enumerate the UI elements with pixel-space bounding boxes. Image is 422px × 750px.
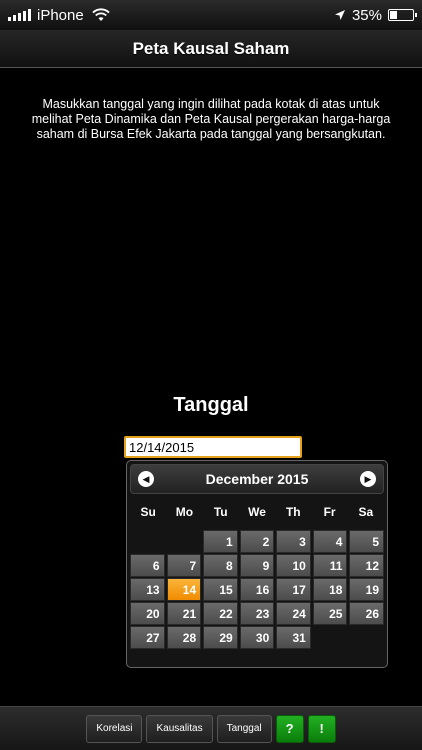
status-bar: iPhone 35% [0, 0, 422, 30]
calendar-day[interactable]: 31 [276, 626, 311, 649]
help-button[interactable]: ? [275, 714, 304, 743]
calendar-day[interactable]: 25 [312, 602, 348, 625]
weekday-label: Su [140, 505, 156, 519]
calendar-day[interactable]: 10 [276, 554, 311, 577]
tanggal-button[interactable]: Tanggal [216, 714, 272, 743]
date-label: Tanggal [173, 394, 249, 416]
weekday-label: Tu [213, 505, 228, 519]
calendar-day[interactable]: 13 [130, 578, 165, 601]
title-bar: Peta Kausal Saham [0, 30, 422, 68]
calendar-day[interactable]: 3 [276, 530, 311, 553]
signal-icon [8, 9, 31, 21]
calendar-blank-cell [167, 530, 202, 553]
footer-toolbar: Korelasi Kausalitas Tanggal ? ! [0, 706, 422, 750]
calendar-day[interactable]: 15 [203, 578, 238, 601]
calendar-day[interactable]: 5 [349, 530, 384, 553]
calendar-day[interactable]: 27 [130, 626, 165, 649]
weekday-label: We [248, 505, 266, 519]
calendar-day[interactable]: 16 [239, 578, 275, 601]
weekday-label: Fr [323, 505, 336, 519]
wifi-icon [92, 8, 110, 21]
weekday-header-row: Su Mo Tu We Th Fr Sa [130, 494, 384, 530]
calendar-day[interactable]: 12 [349, 554, 384, 577]
calendar-day[interactable]: 21 [166, 602, 202, 625]
calendar-day[interactable]: 1 [203, 530, 238, 553]
calendar-day[interactable]: 17 [276, 578, 311, 601]
calendar-day[interactable]: 2 [239, 530, 275, 553]
location-arrow-icon [334, 10, 345, 20]
calendar-day[interactable]: 30 [239, 626, 275, 649]
intro-text: Masukkan tanggal yang ingin dilihat pada… [31, 97, 391, 141]
battery-icon [388, 9, 417, 21]
calendar-days-grid: 1 2 3 4 5 6 7 8 9 10 11 12 13 14 15 16 17 18 19 20 21 22 23 24 2… [130, 530, 384, 649]
calendar-day[interactable]: 29 [203, 626, 238, 649]
battery-level [390, 11, 398, 19]
calendar-day-selected[interactable]: 14 [166, 578, 202, 601]
calendar-blank-cell [130, 530, 165, 553]
calendar-day[interactable]: 7 [166, 554, 202, 577]
korelasi-button[interactable]: Korelasi [86, 714, 143, 743]
calendar-day[interactable]: 18 [312, 578, 348, 601]
battery-percent: 35% [351, 6, 382, 24]
datepicker-calendar: ◀ December 2015 ▶ Su Mo Tu We Th Fr Sa 1234567… [126, 460, 388, 668]
calendar-day[interactable]: 26 [349, 602, 384, 625]
calendar-day[interactable]: 24 [276, 602, 311, 625]
calendar-day[interactable]: 8 [203, 554, 238, 577]
kausalitas-button[interactable]: Kausalitas [146, 714, 213, 743]
calendar-day[interactable]: 9 [239, 554, 275, 577]
calendar-month-title: December 2015 [205, 471, 309, 487]
chevron-right-icon[interactable]: ▶ [360, 471, 376, 487]
page-title: Peta Kausal Saham [132, 38, 290, 58]
chevron-left-icon[interactable]: ◀ [138, 471, 154, 487]
info-button[interactable]: ! [307, 714, 336, 743]
calendar-day[interactable]: 11 [312, 554, 348, 577]
weekday-label: Sa [358, 505, 374, 519]
calendar-day[interactable]: 19 [349, 578, 384, 601]
weekday-label: Mo [175, 505, 194, 519]
carrier-name: iPhone [37, 6, 84, 24]
calendar-day[interactable]: 28 [166, 626, 202, 649]
calendar-day[interactable]: 23 [239, 602, 275, 625]
calendar-header: ◀ December 2015 ▶ [130, 464, 384, 494]
date-input[interactable] [124, 436, 302, 458]
calendar-day[interactable]: 22 [203, 602, 238, 625]
calendar-day[interactable]: 6 [130, 554, 165, 577]
weekday-label: Th [285, 505, 301, 519]
calendar-day[interactable]: 20 [130, 602, 165, 625]
calendar-day[interactable]: 4 [312, 530, 348, 553]
